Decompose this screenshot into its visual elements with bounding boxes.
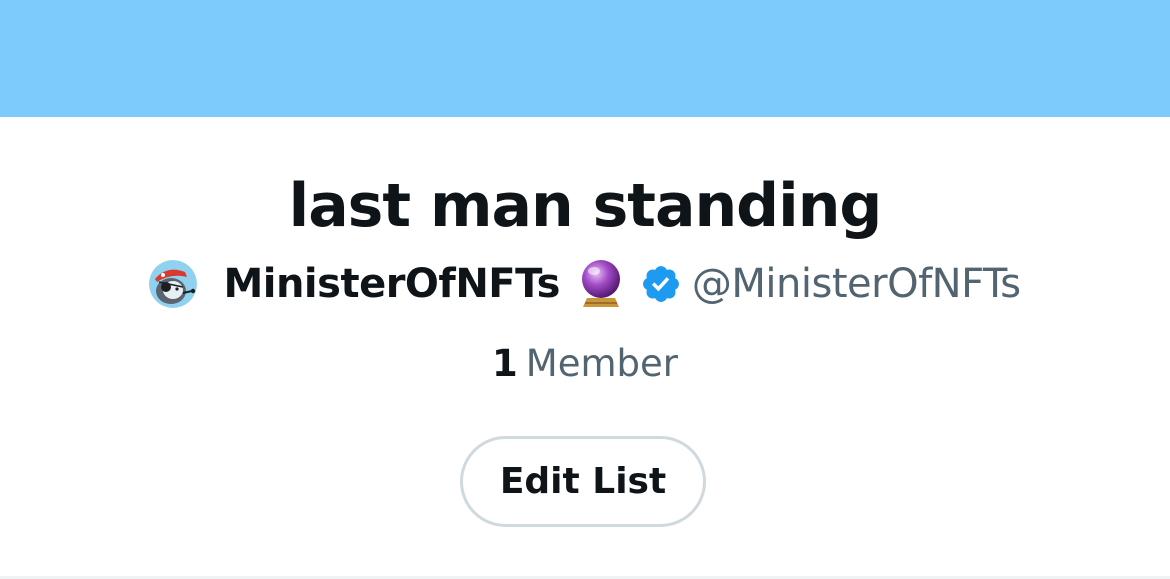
member-count: 1 [492,342,518,385]
list-title: last man standing [288,171,883,241]
owner-display-name[interactable]: MinisterOfNFTs [223,261,560,307]
list-owner[interactable]: MinisterOfNFTs @MinisterOfNFTs [0,256,1170,312]
edit-list-button[interactable]: Edit List [460,436,706,527]
crystal-ball-emoji-icon [581,260,620,307]
member-label: Member [525,342,678,385]
member-count-link[interactable]: 1 Member [0,340,1170,388]
owner-handle[interactable]: @MinisterOfNFTs [692,261,1021,307]
avatar[interactable] [149,260,198,308]
verified-badge-icon[interactable] [640,263,682,305]
pirate-avatar-icon [149,260,198,308]
list-banner [0,0,1170,117]
